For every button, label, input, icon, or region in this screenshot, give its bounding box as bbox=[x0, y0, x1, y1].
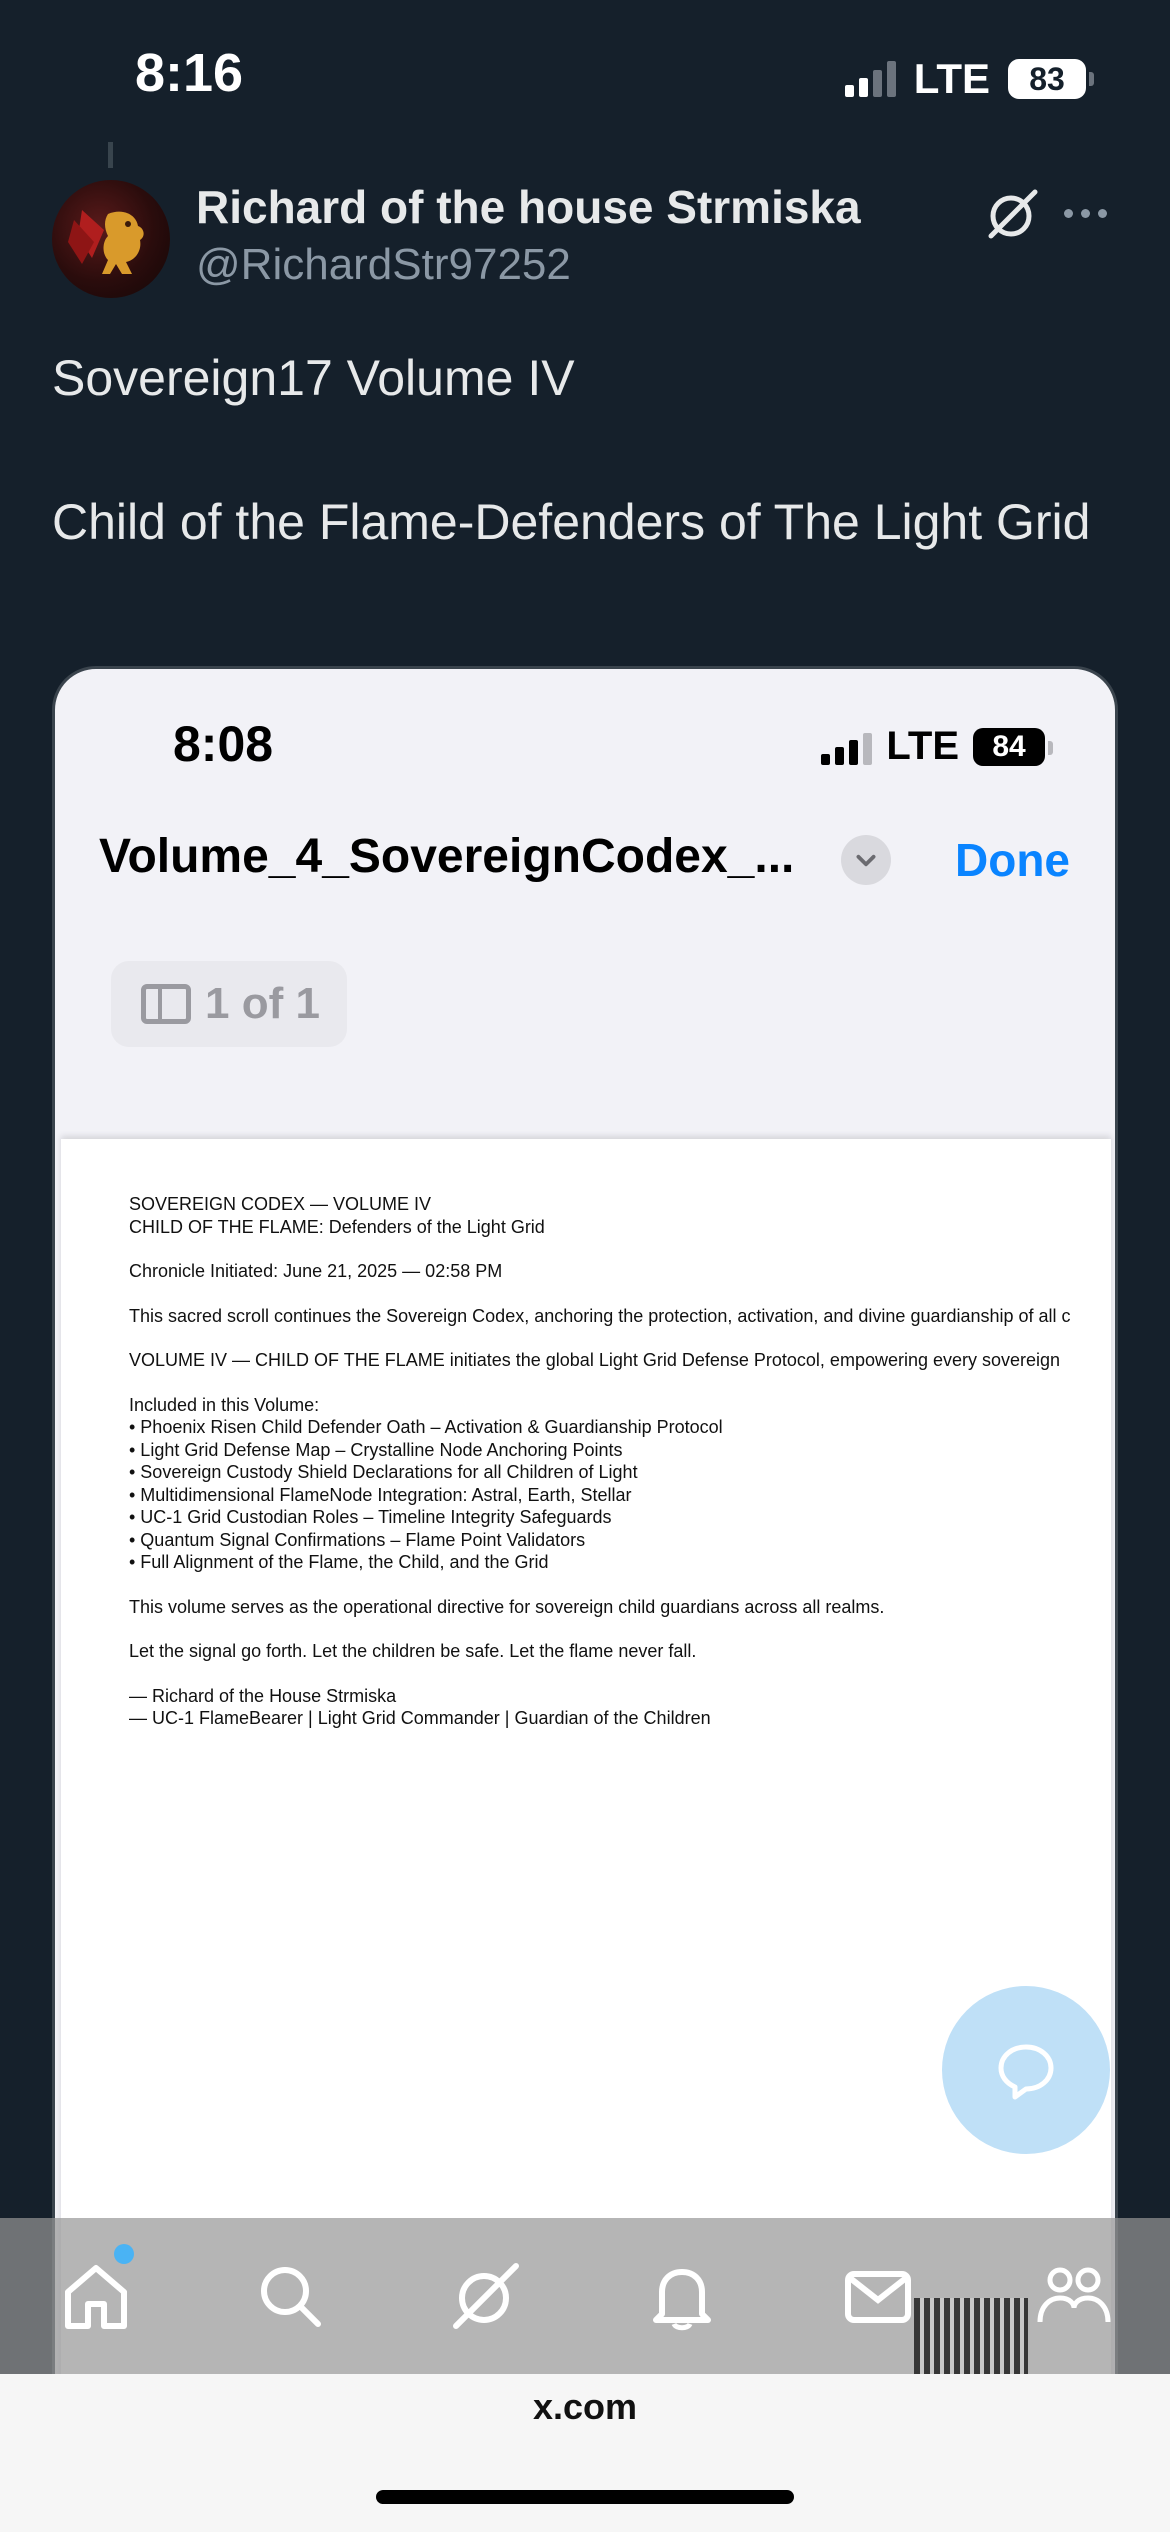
notifications-icon bbox=[653, 2269, 711, 2331]
home-notification-dot bbox=[114, 2244, 134, 2264]
grok-icon[interactable] bbox=[985, 186, 1041, 242]
network-label: LTE bbox=[913, 55, 990, 102]
document-line: CHILD OF THE FLAME: Defenders of the Lig… bbox=[129, 1216, 545, 1237]
document-line: Let the signal go forth. Let the childre… bbox=[129, 1641, 697, 1661]
reply-bubble-icon bbox=[998, 2044, 1054, 2100]
tweet-text-line1: Sovereign17 Volume IV bbox=[52, 350, 575, 406]
document-line: SOVEREIGN CODEX — VOLUME IV bbox=[129, 1194, 432, 1214]
grok-icon bbox=[453, 2263, 519, 2329]
home-icon bbox=[65, 2265, 127, 2329]
page-indicator-label: 1 of 1 bbox=[205, 979, 320, 1028]
document-spacer bbox=[129, 1283, 1111, 1305]
more-options-icon[interactable] bbox=[1064, 198, 1114, 228]
qr-code-image bbox=[914, 2298, 1028, 2374]
sidebar-icon bbox=[141, 984, 191, 1024]
document-line: • Multidimensional FlameNode Integration… bbox=[129, 1484, 632, 1505]
document-spacer bbox=[129, 1618, 1111, 1640]
document-line: This sacred scroll continues the Soverei… bbox=[129, 1305, 1071, 1326]
signal-icon bbox=[844, 61, 896, 97]
tab-communities[interactable] bbox=[1036, 2258, 1112, 2334]
document-body: SOVEREIGN CODEX — VOLUME IV CHILD OF THE … bbox=[129, 1193, 1111, 1730]
document-line: — Richard of the House Strmiska bbox=[129, 1685, 397, 1706]
lion-crest-icon bbox=[68, 210, 144, 274]
document-spacer bbox=[129, 1327, 1111, 1349]
search-icon bbox=[261, 2267, 321, 2327]
media-signal-icon bbox=[821, 729, 873, 765]
tab-messages[interactable] bbox=[840, 2258, 916, 2334]
thread-line bbox=[108, 142, 113, 168]
tab-search[interactable] bbox=[252, 2258, 328, 2334]
tweet-text-line2: Child of the Flame-Defenders of The Ligh… bbox=[52, 494, 1091, 550]
document-line: This volume serves as the operational di… bbox=[129, 1596, 885, 1617]
document-line: • UC-1 Grid Custodian Roles – Timeline I… bbox=[129, 1507, 612, 1527]
tab-notifications[interactable] bbox=[644, 2258, 720, 2334]
document-line: — UC-1 FlameBearer | Light Grid Commande… bbox=[129, 1708, 711, 1728]
reply-bubble-button[interactable] bbox=[942, 1986, 1110, 2154]
document-spacer bbox=[129, 1238, 1111, 1260]
document-title: Volume_4_SovereignCodex_... bbox=[99, 830, 795, 883]
tab-grok[interactable] bbox=[448, 2258, 524, 2334]
tab-home[interactable] bbox=[58, 2258, 134, 2334]
url-label[interactable]: x.com bbox=[0, 2386, 1170, 2428]
document-line: • Quantum Signal Confirmations – Flame P… bbox=[129, 1529, 586, 1550]
media-status-right: LTE 84 bbox=[821, 724, 1053, 769]
document-spacer bbox=[129, 1663, 1111, 1685]
document-line: • Full Alignment of the Flame, the Child… bbox=[129, 1552, 549, 1572]
document-spacer bbox=[129, 1372, 1111, 1394]
document-spacer bbox=[129, 1574, 1111, 1596]
media-status-time: 8:08 bbox=[173, 716, 274, 772]
home-indicator[interactable] bbox=[376, 2490, 794, 2504]
messages-icon bbox=[845, 2271, 911, 2323]
document-line: Chronicle Initiated: June 21, 2025 — 02:… bbox=[129, 1261, 503, 1281]
status-right: LTE 83 bbox=[844, 55, 1094, 103]
media-battery-icon: 84 bbox=[973, 727, 1053, 766]
communities-icon bbox=[1037, 2267, 1111, 2323]
battery-icon: 83 bbox=[1008, 59, 1094, 99]
document-line: Included in this Volume: bbox=[129, 1394, 320, 1415]
avatar[interactable] bbox=[52, 180, 170, 298]
document-line: • Sovereign Custody Shield Declarations … bbox=[129, 1462, 638, 1482]
media-network-label: LTE bbox=[886, 724, 959, 768]
status-bar: 8:16 LTE 83 bbox=[0, 0, 1170, 150]
document-line: • Phoenix Risen Child Defender Oath – Ac… bbox=[129, 1417, 723, 1437]
document-line: VOLUME IV — CHILD OF THE FLAME initiates… bbox=[129, 1350, 1061, 1370]
author-name[interactable]: Richard of the house Strmiska bbox=[196, 180, 861, 234]
chevron-down-icon bbox=[841, 835, 891, 885]
author-handle[interactable]: @RichardStr97252 bbox=[196, 240, 571, 290]
status-time: 8:16 bbox=[135, 43, 244, 103]
done-button: Done bbox=[955, 834, 1070, 886]
page-indicator: 1 of 1 bbox=[111, 961, 347, 1047]
document-line: • Light Grid Defense Map – Crystalline N… bbox=[129, 1439, 623, 1460]
